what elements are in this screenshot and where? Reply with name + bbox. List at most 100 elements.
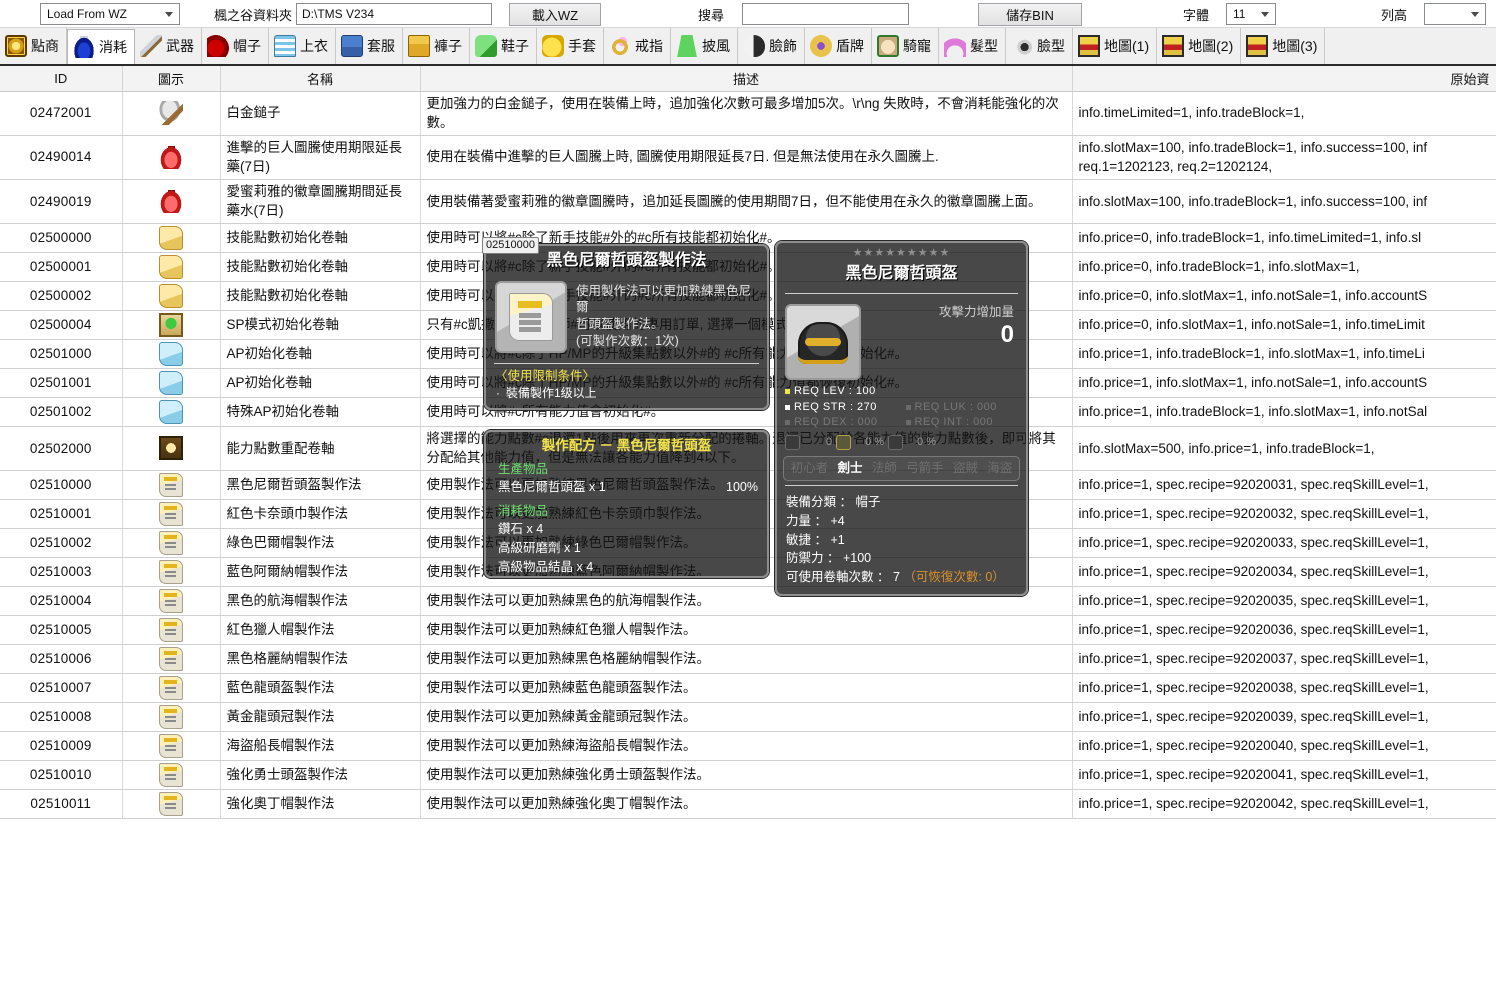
- tab-地圖(3)[interactable]: 地圖(3): [1241, 28, 1326, 64]
- tab-騎寵[interactable]: 騎寵: [872, 28, 939, 64]
- item-scroll-count-label: 可使用卷軸次數 ： 7: [786, 570, 904, 585]
- chevron-down-icon: [1261, 12, 1269, 17]
- tab-套服[interactable]: 套服: [336, 28, 403, 64]
- tab-臉型[interactable]: 臉型: [1006, 28, 1073, 64]
- face-acc-icon: [743, 35, 765, 57]
- category-tab-bar: 點商 消耗 武器 帽子 上衣 套服 褲子 鞋子 手套 戒指 披風 臉飾 盾牌 騎寵 髮型 臉型 地圖(1) 地圖(…: [0, 28, 1496, 66]
- cell-name: 強化勇士頭盔製作法: [220, 760, 421, 790]
- col-header-id[interactable]: ID: [0, 66, 123, 92]
- font-size-combo-wrap: 11: [1226, 0, 1276, 28]
- item-job-list: 初心者 劍士 法師 弓箭手 盜賊 海盜: [783, 455, 1020, 481]
- col-header-icon[interactable]: 圖示: [122, 66, 221, 92]
- recipe-desc-line-3: (可製作次數：1次): [576, 334, 679, 349]
- tab-消耗[interactable]: 消耗: [67, 29, 135, 64]
- shield-icon: [810, 35, 832, 57]
- yellow-scroll-icon: [159, 254, 183, 279]
- item-attack-block: 攻擊力增加量 0: [871, 304, 1018, 380]
- col-header-name[interactable]: 名稱: [220, 66, 421, 92]
- cell-icon: [122, 310, 221, 340]
- item-job-弓箭手: 弓箭手: [906, 460, 944, 475]
- load-wz-button[interactable]: 載入WZ: [509, 2, 601, 26]
- search-label: 搜尋: [698, 7, 725, 23]
- item-icon-black-neilge-helmet: [785, 304, 861, 381]
- cell-name: 紅色獵人帽製作法: [220, 615, 421, 645]
- folder-path-input[interactable]: D:\TMS V234: [296, 3, 492, 25]
- cell-name: 黃金龍頭冠製作法: [220, 702, 421, 732]
- table-row[interactable]: 02510006 黑色格麗納帽製作法 使用製作法可以更加熟練黑色格麗納帽製作法。 in…: [0, 644, 1496, 674]
- cell-id: 02510011: [0, 789, 123, 819]
- cell-name: 藍色阿爾納帽製作法: [220, 557, 421, 587]
- table-row[interactable]: 02510009 海盜船長帽製作法 使用製作法可以更加熟練海盜船長帽製作法。 info…: [0, 731, 1496, 761]
- table-row[interactable]: 02510008 黃金龍頭冠製作法 使用製作法可以更加熟練黃金龍頭冠製作法。 info…: [0, 702, 1496, 732]
- cell-icon: [122, 223, 221, 253]
- map-icon: [1078, 35, 1100, 57]
- col-header-desc[interactable]: 描述: [420, 66, 1073, 92]
- cell-raw: info.price=1, spec.recipe=92020039, spec…: [1072, 702, 1496, 732]
- tab-label: 戒指: [635, 38, 663, 54]
- formula-consume-header: 消耗物品: [498, 503, 549, 518]
- tab-帽子[interactable]: 帽子: [202, 28, 269, 64]
- pants-icon: [408, 35, 430, 57]
- upgrade-icon: [836, 434, 852, 450]
- col-header-raw[interactable]: 原始資: [1072, 66, 1496, 92]
- table-row[interactable]: 02510005 紅色獵人帽製作法 使用製作法可以更加熟練紅色獵人帽製作法。 info…: [0, 615, 1496, 645]
- formula-produce-rate: 100%: [726, 480, 758, 495]
- load-mode-combo[interactable]: Load From WZ: [40, 3, 180, 25]
- formula-title: 製作配方 － 黑色尼爾哲頭盔: [541, 438, 712, 453]
- cell-raw: info.price=1, spec.recipe=92020035, spec…: [1072, 586, 1496, 616]
- tab-地圖(2)[interactable]: 地圖(2): [1157, 28, 1242, 64]
- table-row[interactable]: 02510004 黑色的航海帽製作法 使用製作法可以更加熟練黑色的航海帽製作法。 in…: [0, 586, 1496, 616]
- tab-披風[interactable]: 披風: [671, 28, 738, 64]
- item-grid-container: ID 圖示 名稱 描述 原始資 02472001 白金鎚子 更加強力的白金鎚子，使用…: [0, 66, 1496, 1008]
- table-row[interactable]: 02510007 藍色龍頭盔製作法 使用製作法可以更加熟練藍色龍頭盔製作法。 info…: [0, 673, 1496, 703]
- tab-鞋子[interactable]: 鞋子: [470, 28, 537, 64]
- cell-icon: [122, 91, 221, 136]
- row-height-label: 列高: [1381, 7, 1408, 23]
- tab-label: 手套: [568, 38, 596, 54]
- item-job-海盜: 海盜: [987, 460, 1013, 475]
- cell-icon: [122, 135, 221, 180]
- search-input[interactable]: [742, 3, 909, 25]
- table-row[interactable]: 02510010 強化勇士頭盔製作法 使用製作法可以更加熟練強化勇士頭盔製作法。 in…: [0, 760, 1496, 790]
- cell-raw: info.slotMax=100, info.tradeBlock=1, inf…: [1072, 135, 1496, 180]
- tab-label: 地圖(2): [1188, 38, 1234, 54]
- tab-點商[interactable]: 點商: [0, 28, 67, 64]
- tab-武器[interactable]: 武器: [135, 28, 202, 64]
- tab-上衣[interactable]: 上衣: [269, 28, 336, 64]
- tab-地圖(1)[interactable]: 地圖(1): [1073, 28, 1158, 64]
- cell-name: 黑色格麗納帽製作法: [220, 644, 421, 674]
- weapon-icon: [140, 35, 162, 57]
- item-stat-line: 裝備分類 ： 帽子: [786, 494, 881, 509]
- save-bin-button[interactable]: 儲存BIN: [978, 2, 1082, 26]
- tab-盾牌[interactable]: 盾牌: [805, 28, 872, 64]
- cape-icon: [677, 35, 697, 57]
- item-job-盜賊: 盜賊: [952, 460, 978, 475]
- tab-手套[interactable]: 手套: [537, 28, 604, 64]
- recipe-tooltip: 02510000 黑色尼爾哲頭盔製作法 使用製作法可以更加熟練黑色尼爾 哲頭盔製…: [482, 237, 769, 410]
- table-row[interactable]: 02510011 強化奧丁帽製作法 使用製作法可以更加熟練強化奧丁帽製作法。 info…: [0, 789, 1496, 819]
- recipe-condition-title: 〈使用限制条件〉: [495, 368, 596, 383]
- font-size-combo[interactable]: 11: [1226, 3, 1276, 25]
- row-height-combo[interactable]: [1424, 3, 1486, 25]
- item-req-int: REQ INT : 000: [914, 416, 993, 429]
- cell-icon: [122, 731, 221, 761]
- table-row[interactable]: 02490014 進擊的巨人圖騰使用期限延長藥(7日) 使用在裝備中進擊的巨人圖騰上…: [0, 135, 1496, 180]
- table-row[interactable]: 02490019 愛蜜莉雅的徽章圖騰期間延長藥水(7日) 使用裝備著愛蜜莉雅的徽章圖…: [0, 179, 1496, 224]
- tab-臉飾[interactable]: 臉飾: [738, 28, 805, 64]
- tab-戒指[interactable]: 戒指: [604, 28, 671, 64]
- cell-id: 02510008: [0, 702, 123, 732]
- table-row[interactable]: 02472001 白金鎚子 更加強力的白金鎚子，使用在裝備上時，追加強化次數可最多增…: [0, 91, 1496, 136]
- search-label-wrap: 搜尋: [698, 0, 724, 28]
- tab-髮型[interactable]: 髮型: [939, 28, 1006, 64]
- cell-raw: info.price=1, info.tradeBlock=1, info.sl…: [1072, 397, 1496, 427]
- cell-raw: info.price=1, spec.recipe=92020033, spec…: [1072, 528, 1496, 558]
- cell-icon: [122, 673, 221, 703]
- cell-name: 綠色巴爾帽製作法: [220, 528, 421, 558]
- row-height-label-wrap: 列高: [1381, 0, 1407, 28]
- blue-scroll-icon: [159, 399, 183, 424]
- tab-label: 髮型: [970, 38, 998, 54]
- item-job-初心者: 初心者: [790, 460, 829, 475]
- tab-褲子[interactable]: 褲子: [403, 28, 470, 64]
- shield-slash-icon: [888, 434, 904, 450]
- cell-icon: [122, 615, 221, 645]
